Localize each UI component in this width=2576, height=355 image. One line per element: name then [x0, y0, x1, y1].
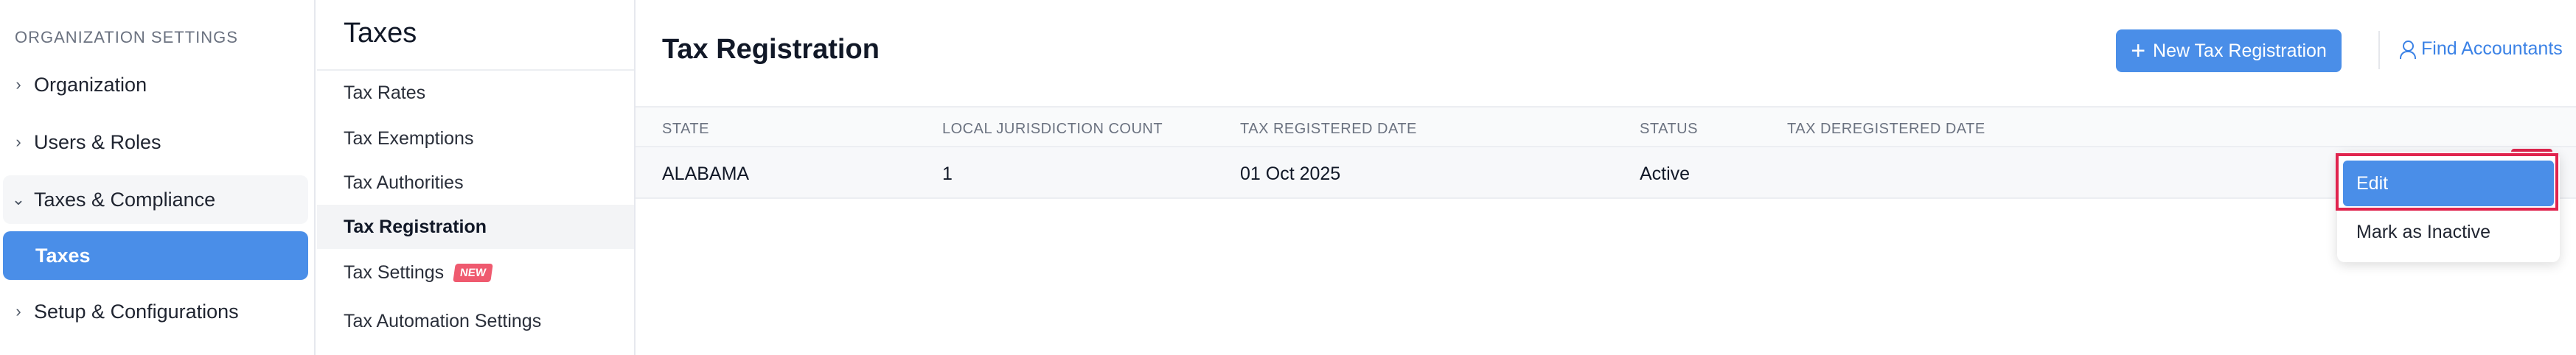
new-badge: NEW: [453, 263, 493, 282]
tax-nav-label: Tax Rates: [344, 82, 426, 103]
tax-nav-label: Tax Exemptions: [344, 127, 474, 149]
page-title: Tax Registration: [662, 34, 880, 65]
user-icon: [2399, 39, 2416, 60]
table-header: STATE LOCAL JURISDICTION COUNT TAX REGIS…: [636, 106, 2576, 147]
sidebar-item-taxes[interactable]: Taxes: [3, 231, 308, 280]
tax-nav-label: Tax Settings: [344, 261, 445, 283]
plus-icon: +: [2131, 37, 2146, 65]
sidebar-item-organization[interactable]: › Organization: [3, 60, 308, 109]
tax-nav-label: Tax Automation Settings: [344, 310, 542, 331]
sidebar-item-taxes-compliance[interactable]: ⌄ Taxes & Compliance: [3, 175, 308, 224]
find-accountants-label: Find Accountants: [2421, 38, 2563, 59]
sidebar-item-label: Organization: [34, 73, 147, 96]
column-header-tax-deregistered-date[interactable]: TAX DEREGISTERED DATE: [1787, 121, 1985, 138]
find-accountants-link[interactable]: Find Accountants: [2399, 38, 2563, 60]
app-frame: ORGANIZATION SETTINGS › Organization › U…: [0, 0, 2576, 355]
column-header-tax-registered-date[interactable]: TAX REGISTERED DATE: [1240, 121, 1417, 138]
sidebar-item-label: Setup & Configurations: [34, 300, 239, 323]
tax-nav-label: Tax Registration: [344, 216, 487, 237]
org-settings-heading: ORGANIZATION SETTINGS: [15, 28, 238, 46]
cell-state: ALABAMA: [662, 164, 750, 184]
cell-tax-registered-date: 01 Oct 2025: [1240, 164, 1341, 184]
chevron-down-icon: ⌄: [11, 190, 26, 208]
new-tax-registration-button[interactable]: + New Tax Registration: [2116, 29, 2342, 72]
tax-nav-label: Tax Authorities: [344, 172, 464, 193]
tax-nav-tax-settings[interactable]: Tax Settings NEW: [317, 250, 634, 295]
column-header-state[interactable]: STATE: [662, 121, 709, 138]
sidebar-item-setup-configurations[interactable]: › Setup & Configurations: [3, 287, 308, 336]
edit-highlight: [2336, 153, 2558, 211]
tax-nav-tax-authorities[interactable]: Tax Authorities: [317, 161, 634, 205]
tax-nav-tax-registration[interactable]: Tax Registration: [317, 205, 634, 249]
sidebar-item-label: Taxes & Compliance: [34, 188, 216, 211]
chevron-right-icon: ›: [15, 302, 21, 320]
org-settings-sidebar: ORGANIZATION SETTINGS › Organization › U…: [0, 0, 316, 355]
menu-item-label: Mark as Inactive: [2356, 221, 2491, 242]
column-header-local-jurisdiction-count[interactable]: LOCAL JURISDICTION COUNT: [942, 121, 1163, 138]
sidebar-item-label: Taxes: [35, 244, 91, 267]
header-divider: [2378, 31, 2380, 69]
tax-nav-tax-exemptions[interactable]: Tax Exemptions: [317, 116, 634, 161]
table-row[interactable]: ALABAMA 1 01 Oct 2025 Active: [636, 147, 2576, 199]
tax-nav-tax-automation-settings[interactable]: Tax Automation Settings: [317, 299, 634, 343]
chevron-right-icon: ›: [15, 75, 21, 94]
main-content: Tax Registration + New Tax Registration …: [636, 0, 2576, 355]
chevron-right-icon: ›: [15, 133, 21, 151]
sidebar-item-users-roles[interactable]: › Users & Roles: [3, 118, 308, 166]
taxes-sidebar-title: Taxes: [344, 18, 417, 49]
tax-nav-tax-rates[interactable]: Tax Rates: [317, 71, 634, 115]
cell-local-jurisdiction-count: 1: [942, 164, 953, 184]
cell-status: Active: [1640, 164, 1691, 184]
menu-item-mark-as-inactive[interactable]: Mark as Inactive: [2343, 209, 2554, 255]
sidebar-item-label: Users & Roles: [34, 130, 161, 153]
new-tax-registration-label: New Tax Registration: [2153, 40, 2327, 61]
column-header-status[interactable]: STATUS: [1640, 121, 1698, 138]
taxes-sidebar: Taxes Tax Rates Tax Exemptions Tax Autho…: [317, 0, 636, 355]
